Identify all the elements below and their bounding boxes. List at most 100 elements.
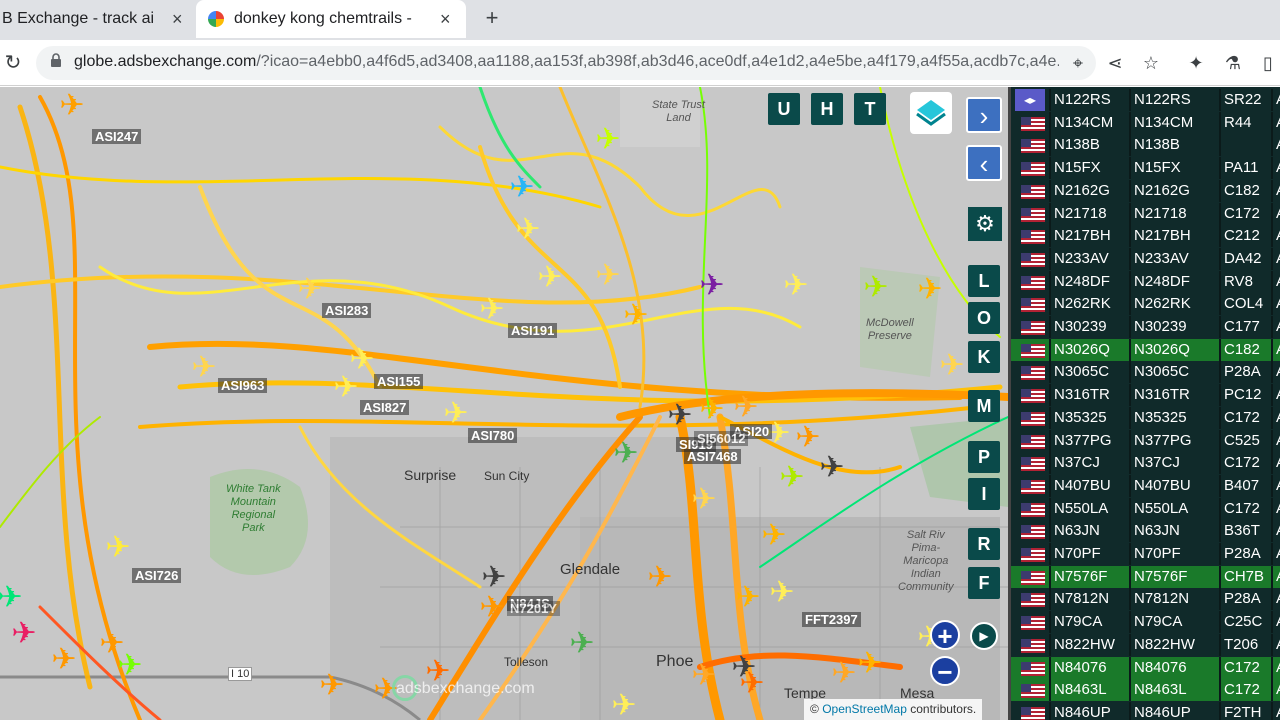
aircraft-icon[interactable]: ✈ — [831, 656, 856, 691]
table-row[interactable]: N15FXN15FXPA11A — [1011, 157, 1280, 180]
table-row[interactable]: N846UPN846UPF2THA — [1011, 701, 1280, 720]
table-row[interactable]: N233AVN233AVDA42A — [1011, 247, 1280, 270]
r-button[interactable]: R — [968, 528, 1000, 560]
aircraft-icon[interactable]: ✈ — [191, 350, 216, 385]
flight-label[interactable]: ASI155 — [374, 374, 424, 389]
aircraft-icon[interactable]: ✈ — [537, 260, 562, 295]
flight-label[interactable]: ASI827 — [360, 400, 410, 415]
table-row[interactable]: N21718N21718C172A — [1011, 202, 1280, 225]
address-bar[interactable]: globe.adsbexchange.com/?icao=a4ebb0,a4f6… — [36, 46, 1096, 80]
aircraft-icon[interactable]: ✈ — [691, 482, 716, 517]
aircraft-icon[interactable]: ✈ — [51, 642, 76, 677]
aircraft-icon[interactable]: ✈ — [595, 258, 620, 293]
aircraft-icon[interactable]: ✈ — [319, 668, 344, 703]
aircraft-icon[interactable]: ✈ — [595, 122, 620, 157]
table-row[interactable]: N8463LN8463LC172A — [1011, 679, 1280, 702]
extensions-icon[interactable]: ✦ — [1184, 51, 1208, 75]
table-row[interactable]: N248DFN248DFRV8A — [1011, 270, 1280, 293]
i-button[interactable]: I — [968, 478, 1000, 510]
lab-icon[interactable]: ⚗ — [1221, 51, 1245, 75]
aircraft-icon[interactable]: ✈ — [105, 530, 130, 565]
aircraft-icon[interactable]: ✈ — [569, 626, 594, 661]
flight-label[interactable]: ASI283 — [322, 303, 372, 318]
new-tab-button[interactable]: + — [480, 6, 504, 30]
aircraft-icon[interactable]: ✈ — [917, 272, 942, 307]
table-row[interactable]: N3026QN3026QC182A — [1011, 338, 1280, 361]
table-row[interactable]: N134CMN134CMR44A — [1011, 111, 1280, 134]
tab-donkey-kong[interactable]: donkey kong chemtrails - × — [196, 0, 466, 38]
aircraft-icon[interactable]: ✈ — [479, 590, 504, 625]
h-button[interactable]: H — [811, 93, 843, 125]
k-button[interactable]: K — [968, 341, 1000, 373]
u-button[interactable]: U — [768, 93, 800, 125]
aircraft-icon[interactable]: ✈ — [795, 420, 820, 455]
aircraft-icon[interactable]: ✈ — [691, 658, 716, 693]
aircraft-icon[interactable]: ✈ — [509, 170, 534, 205]
aircraft-icon[interactable]: ✈ — [623, 298, 648, 333]
aircraft-icon[interactable]: ✈ — [819, 450, 844, 485]
m-button[interactable]: M — [968, 390, 1000, 422]
zoom-out-button[interactable]: − — [930, 656, 960, 686]
f-button[interactable]: F — [968, 567, 1000, 599]
aircraft-icon[interactable]: ✈ — [647, 560, 672, 595]
table-row[interactable]: N7812NN7812NP28AA — [1011, 588, 1280, 611]
tab-adsb-exchange[interactable]: B Exchange - track ai × — [0, 0, 196, 38]
aircraft-icon[interactable]: ✈ — [733, 390, 758, 425]
table-row[interactable]: N84076N84076C172A — [1011, 656, 1280, 679]
aircraft-icon[interactable]: ✈ — [667, 398, 692, 433]
aircraft-icon[interactable]: ✈ — [863, 270, 888, 305]
aircraft-icon[interactable]: ✈ — [479, 292, 504, 327]
reload-icon[interactable]: ↻ — [2, 50, 24, 74]
aircraft-icon[interactable]: ✈ — [761, 518, 786, 553]
p-button[interactable]: P — [968, 441, 1000, 473]
aircraft-icon[interactable]: ✈ — [779, 460, 804, 495]
aircraft-icon[interactable]: ✈ — [11, 616, 36, 651]
flight-label[interactable]: FFT2397 — [802, 612, 861, 627]
sidebar-icon[interactable]: ▯ — [1256, 51, 1280, 75]
flight-label[interactable]: ASI963 — [218, 378, 268, 393]
aircraft-icon[interactable]: ✈ — [59, 88, 84, 123]
aircraft-icon[interactable]: ✈ — [857, 646, 882, 681]
aircraft-icon[interactable]: ✈ — [739, 666, 764, 701]
aircraft-icon[interactable]: ✈ — [515, 212, 540, 247]
aircraft-icon[interactable]: ✈ — [297, 272, 322, 307]
close-icon[interactable]: × — [440, 9, 451, 30]
aircraft-icon[interactable]: ✈ — [783, 268, 808, 303]
flight-label[interactable]: N7201Y — [507, 601, 560, 616]
table-row[interactable]: N70PFN70PFP28AA — [1011, 543, 1280, 565]
flight-label[interactable]: ASI7468 — [684, 449, 741, 464]
o-button[interactable]: O — [968, 302, 1000, 334]
aircraft-icon[interactable]: ✈ — [0, 580, 23, 615]
aircraft-table[interactable]: ◂▸N122RSN122RSSR22AN134CMN134CMR44AN138B… — [1008, 87, 1280, 720]
aircraft-icon[interactable]: ✈ — [769, 575, 794, 610]
aircraft-icon[interactable]: ✈ — [699, 268, 724, 303]
table-row[interactable]: ◂▸N122RSN122RSSR22A — [1011, 89, 1280, 111]
settings-button[interactable]: ⚙ — [968, 207, 1002, 241]
prev-button[interactable]: ‹ — [966, 145, 1002, 181]
flight-label[interactable]: ASI191 — [508, 323, 558, 338]
zoom-in-button[interactable]: + — [930, 620, 960, 650]
aircraft-icon[interactable]: ✈ — [117, 648, 142, 683]
aircraft-icon[interactable]: ✈ — [611, 688, 636, 720]
table-row[interactable]: N79CAN79CAC25CA — [1011, 611, 1280, 634]
url-text[interactable]: globe.adsbexchange.com/?icao=a4ebb0,a4f6… — [74, 53, 1059, 71]
table-row[interactable]: N63JNN63JNB36TA — [1011, 520, 1280, 543]
table-row[interactable]: N2162GN2162GC182A — [1011, 179, 1280, 202]
table-row[interactable]: N262RKN262RKCOL4A — [1011, 293, 1280, 316]
flight-label[interactable]: ASI726 — [132, 568, 182, 583]
expand-panel-icon[interactable]: ◂▸ — [1015, 89, 1045, 111]
aircraft-icon[interactable]: ✈ — [443, 396, 468, 431]
table-row[interactable]: N3065CN3065CP28AA — [1011, 361, 1280, 384]
table-row[interactable]: N822HWN822HWT206A — [1011, 633, 1280, 656]
flight-label[interactable]: ASI247 — [92, 129, 142, 144]
layers-button[interactable] — [910, 92, 952, 134]
table-row[interactable]: N316TRN316TRPC12A — [1011, 384, 1280, 407]
location-icon[interactable]: ⌖ — [1066, 51, 1090, 75]
openstreetmap-link[interactable]: OpenStreetMap — [822, 702, 907, 716]
table-row[interactable]: N30239N30239C177A — [1011, 316, 1280, 338]
table-row[interactable]: N138BN138B A — [1011, 134, 1280, 157]
aircraft-icon[interactable]: ✈ — [939, 348, 964, 383]
flight-label[interactable]: SI56012 — [694, 431, 749, 446]
replay-button[interactable]: ▶ — [970, 622, 998, 650]
table-row[interactable]: N35325N35325C172A — [1011, 406, 1280, 429]
